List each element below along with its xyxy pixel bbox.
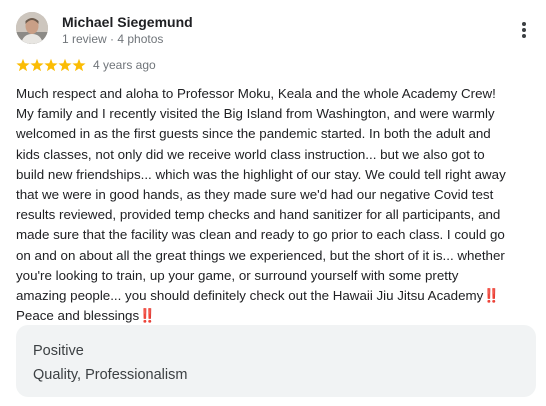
star-icon: [58, 58, 72, 72]
review-text-line: Peace and blessings‼️: [16, 308, 156, 324]
review-header: Michael Siegemund 1 review · 4 photos: [16, 12, 536, 48]
more-options-button[interactable]: [512, 16, 536, 44]
attribute-value: Quality, Professionalism: [33, 367, 188, 383]
more-vert-icon: [522, 22, 526, 38]
star-icon: [30, 58, 44, 72]
rating-row: 4 years ago: [16, 57, 316, 73]
review-text-line: build new friendships... which was the h…: [16, 166, 506, 182]
review-text-line: welcomed in as the first guests since th…: [16, 126, 491, 142]
review-text-line: you're looking to train, up your game, o…: [16, 267, 459, 283]
star-rating: [16, 58, 86, 72]
review-text-line: that we were in good hands, as they made…: [16, 187, 494, 203]
star-icon: [44, 58, 58, 72]
review-text-line: on and on about all the great things we …: [16, 247, 505, 263]
star-icon: [72, 58, 86, 72]
review-date: 4 years ago: [93, 58, 156, 72]
avatar-photo: [16, 12, 48, 44]
review-text: Much respect and aloha to Professor Moku…: [16, 84, 540, 326]
review-attributes-card: Positive Quality, Professionalism: [16, 325, 536, 397]
review-text-line: made sure that the facility was clean an…: [16, 227, 505, 243]
attribute-label: Positive: [33, 343, 84, 359]
avatar[interactable]: [16, 12, 48, 44]
author-name[interactable]: Michael Siegemund: [62, 13, 193, 31]
review-text-line: Much respect and aloha to Professor Moku…: [16, 86, 496, 101]
author-meta: 1 review · 4 photos: [62, 32, 164, 46]
review-text-line: My family and I recently visited the Big…: [16, 106, 495, 122]
review-text-line: amazing people... you should definitely …: [16, 288, 500, 304]
review-text-line: kids classes, not only did we receive wo…: [16, 146, 485, 162]
review-text-line: results reviewed, provided temp checks a…: [16, 207, 501, 223]
star-icon: [16, 58, 30, 72]
